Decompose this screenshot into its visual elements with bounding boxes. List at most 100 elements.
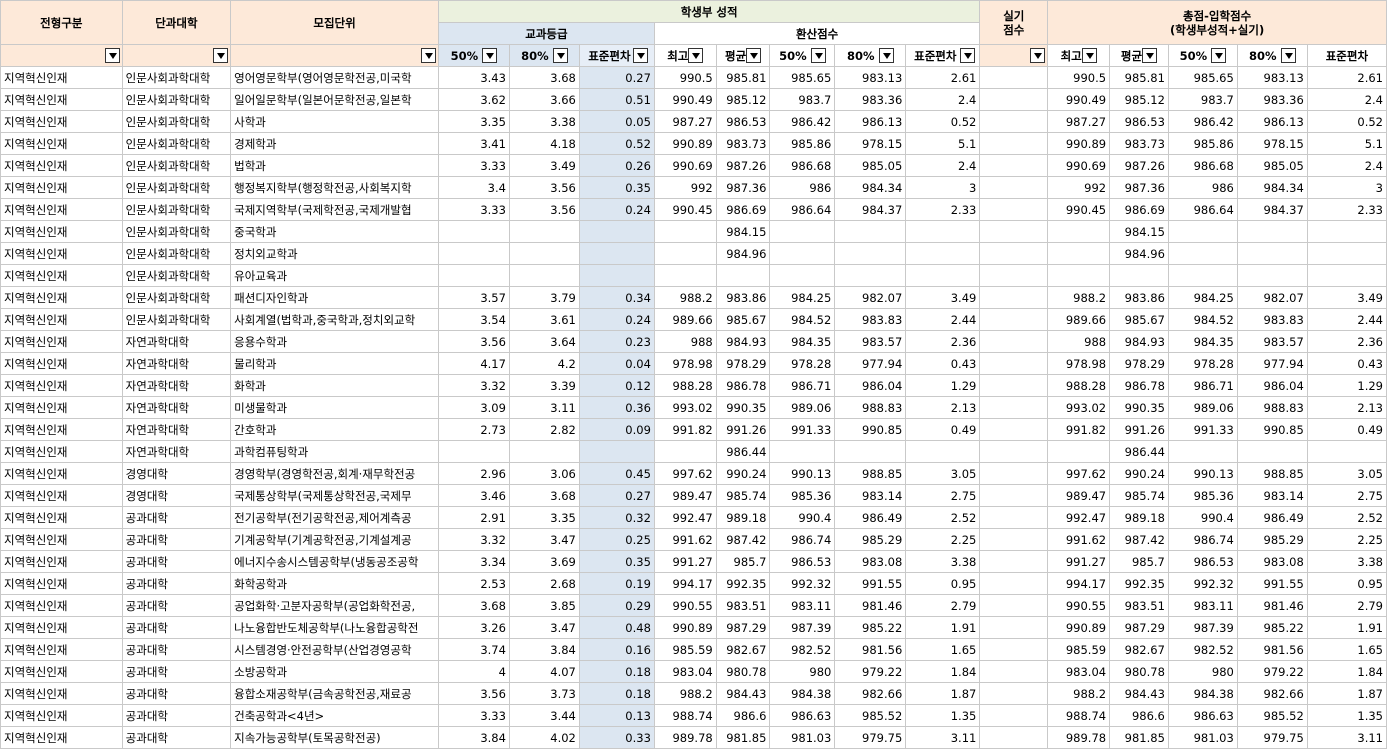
cell-type[interactable]: 지역혁신인재 — [0, 638, 123, 661]
cell-tavg[interactable]: 982.67 — [1109, 638, 1169, 661]
cell-college[interactable]: 인문사회과학대학 — [121, 264, 232, 287]
cell-prac[interactable] — [979, 396, 1049, 419]
cell-g50[interactable]: 3.74 — [437, 638, 510, 661]
cell-cavg[interactable]: 982.67 — [715, 638, 771, 661]
cell-t50[interactable]: 992.32 — [1167, 572, 1238, 595]
cell-t50[interactable]: 986.42 — [1167, 110, 1238, 133]
cell-c80[interactable]: 983.57 — [834, 330, 907, 353]
cell-g80[interactable]: 3.85 — [508, 594, 580, 617]
cell-gsd[interactable]: 0.35 — [578, 550, 655, 573]
cell-gsd[interactable]: 0.48 — [578, 616, 655, 639]
cell-tavg[interactable]: 985.7 — [1109, 550, 1169, 573]
cell-cavg[interactable]: 986.53 — [715, 110, 771, 133]
cell-cmax[interactable]: 978.98 — [653, 352, 717, 375]
cell-t50[interactable]: 986.53 — [1167, 550, 1238, 573]
cell-tsd[interactable]: 2.61 — [1306, 66, 1387, 89]
cell-gsd[interactable]: 0.23 — [578, 330, 655, 353]
cell-college[interactable]: 공과대학 — [121, 616, 232, 639]
cell-t50[interactable]: 985.36 — [1167, 484, 1238, 507]
cell-t80[interactable]: 988.85 — [1236, 462, 1308, 485]
cell-cavg[interactable]: 991.26 — [715, 418, 771, 441]
cell-c80[interactable]: 977.94 — [834, 352, 907, 375]
cell-cmax[interactable]: 989.66 — [653, 308, 717, 331]
cell-cavg[interactable]: 992.35 — [715, 572, 771, 595]
cell-t80[interactable]: 991.55 — [1236, 572, 1308, 595]
cell-tsd[interactable]: 2.4 — [1306, 88, 1387, 111]
cell-cmax[interactable]: 990.45 — [653, 198, 717, 221]
cell-tsd[interactable]: 1.91 — [1306, 616, 1387, 639]
cell-tavg[interactable]: 991.26 — [1109, 418, 1169, 441]
cell-c50[interactable]: 983.7 — [769, 88, 836, 111]
cell-t50[interactable]: 984.38 — [1167, 682, 1238, 705]
filter-dropdown-icon[interactable] — [420, 48, 436, 63]
cell-prac[interactable] — [979, 528, 1049, 551]
cell-c50[interactable]: 982.52 — [769, 638, 836, 661]
cell-tmax[interactable]: 990.69 — [1047, 154, 1111, 177]
cell-type[interactable]: 지역혁신인재 — [0, 220, 123, 243]
cell-type[interactable]: 지역혁신인재 — [0, 176, 123, 199]
cell-type[interactable]: 지역혁신인재 — [0, 374, 123, 397]
cell-cavg[interactable]: 980.78 — [715, 660, 771, 683]
cell-c50[interactable]: 983.11 — [769, 594, 836, 617]
cell-tavg[interactable]: 992.35 — [1109, 572, 1169, 595]
cell-type[interactable]: 지역혁신인재 — [0, 572, 123, 595]
cell-type[interactable]: 지역혁신인재 — [0, 726, 123, 749]
filter-dropdown-icon[interactable] — [1081, 48, 1097, 63]
cell-g80[interactable]: 3.64 — [508, 330, 580, 353]
cell-college[interactable]: 인문사회과학대학 — [121, 176, 232, 199]
cell-g50[interactable]: 3.4 — [437, 176, 510, 199]
cell-g50[interactable]: 3.57 — [437, 286, 510, 309]
cell-cmax[interactable] — [653, 440, 717, 463]
cell-cavg[interactable]: 985.81 — [715, 66, 771, 89]
cell-gsd[interactable]: 0.25 — [578, 528, 655, 551]
cell-tavg[interactable]: 989.18 — [1109, 506, 1169, 529]
cell-college[interactable]: 인문사회과학대학 — [121, 220, 232, 243]
cell-g80[interactable]: 4.02 — [508, 726, 580, 749]
cell-tavg[interactable]: 986.44 — [1109, 440, 1169, 463]
cell-c80[interactable]: 983.08 — [834, 550, 907, 573]
cell-college[interactable]: 인문사회과학대학 — [121, 154, 232, 177]
cell-t80[interactable]: 985.05 — [1236, 154, 1308, 177]
cell-cmax[interactable]: 988.2 — [653, 682, 717, 705]
cell-college[interactable]: 공과대학 — [121, 682, 232, 705]
cell-college[interactable]: 공과대학 — [121, 506, 232, 529]
cell-c80[interactable]: 984.34 — [834, 176, 907, 199]
cell-t80[interactable]: 988.83 — [1236, 396, 1308, 419]
cell-t50[interactable]: 980 — [1167, 660, 1238, 683]
cell-csd[interactable]: 2.4 — [905, 154, 981, 177]
cell-c80[interactable]: 984.37 — [834, 198, 907, 221]
cell-cavg[interactable]: 986.6 — [715, 704, 771, 727]
cell-tsd[interactable]: 0.49 — [1306, 418, 1387, 441]
cell-c80[interactable]: 985.52 — [834, 704, 907, 727]
cell-csd[interactable]: 2.61 — [905, 66, 981, 89]
cell-cmax[interactable]: 990.69 — [653, 154, 717, 177]
cell-tsd[interactable] — [1306, 220, 1387, 243]
cell-g80[interactable]: 3.35 — [508, 506, 580, 529]
cell-cmax[interactable]: 990.49 — [653, 88, 717, 111]
cell-college[interactable]: 인문사회과학대학 — [121, 308, 232, 331]
cell-c80[interactable]: 985.22 — [834, 616, 907, 639]
cell-gsd[interactable]: 0.26 — [578, 154, 655, 177]
cell-g50[interactable]: 2.53 — [437, 572, 510, 595]
cell-c50[interactable]: 984.25 — [769, 286, 836, 309]
cell-g80[interactable]: 3.61 — [508, 308, 580, 331]
cell-tmax[interactable]: 990.89 — [1047, 616, 1111, 639]
cell-tmax[interactable]: 993.02 — [1047, 396, 1111, 419]
cell-type[interactable]: 지역혁신인재 — [0, 110, 123, 133]
cell-cmax[interactable]: 997.62 — [653, 462, 717, 485]
cell-prac[interactable] — [979, 176, 1049, 199]
cell-cavg[interactable]: 984.96 — [715, 242, 771, 265]
cell-g50[interactable]: 3.35 — [437, 110, 510, 133]
cell-tmax[interactable]: 990.55 — [1047, 594, 1111, 617]
cell-tsd[interactable]: 1.35 — [1306, 704, 1387, 727]
cell-cavg[interactable]: 986.69 — [715, 198, 771, 221]
cell-t50[interactable]: 985.86 — [1167, 132, 1238, 155]
cell-g80[interactable]: 2.82 — [508, 418, 580, 441]
cell-type[interactable]: 지역혁신인재 — [0, 704, 123, 727]
cell-t80[interactable] — [1236, 264, 1308, 287]
cell-college[interactable]: 자연과학대학 — [121, 374, 232, 397]
cell-g50[interactable] — [437, 264, 510, 287]
cell-gsd[interactable]: 0.27 — [578, 66, 655, 89]
cell-cmax[interactable]: 983.04 — [653, 660, 717, 683]
cell-tmax[interactable] — [1047, 220, 1111, 243]
